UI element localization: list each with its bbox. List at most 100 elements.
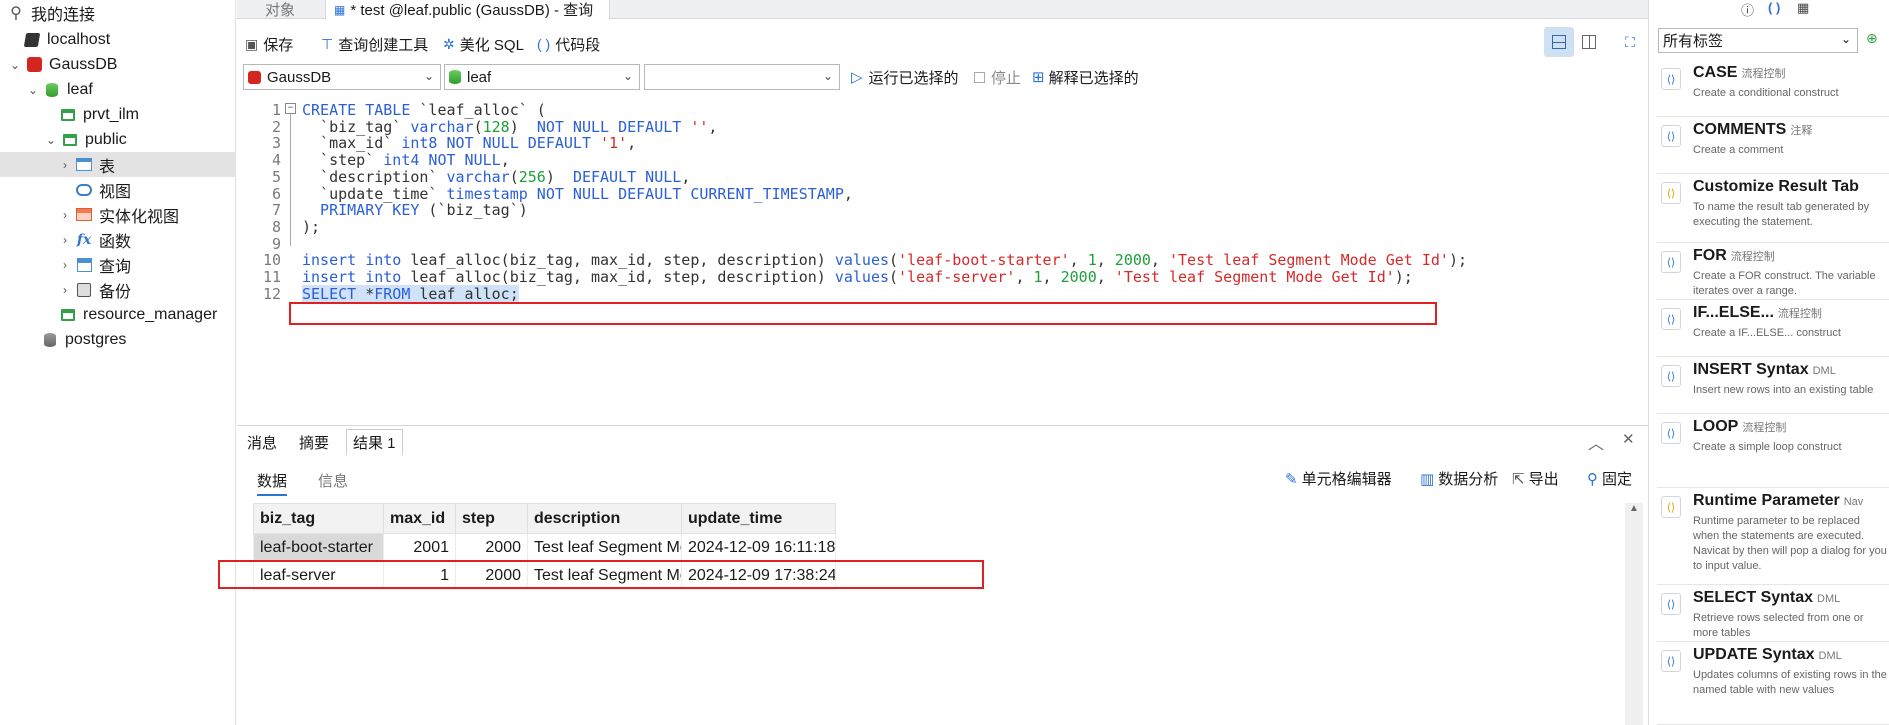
tree-root[interactable]: ⚲ 我的连接 (0, 0, 235, 25)
collapse-pane-icon[interactable]: ︿ (1588, 430, 1604, 454)
tree-item[interactable]: ⌄ leaf (0, 77, 235, 102)
snippet-item[interactable]: ⟨⟩ INSERT Syntax DML Insert new rows into a… (1657, 357, 1889, 414)
tree-item[interactable]: localhost (0, 27, 235, 52)
tab-objects[interactable]: 对象 (257, 0, 303, 19)
code-line[interactable]: PRIMARY KEY (`biz_tag`) (302, 200, 528, 220)
code-token: , (1096, 268, 1115, 286)
save-icon: ▣ (245, 35, 259, 52)
column-header[interactable]: step (455, 503, 528, 534)
tree-item[interactable]: prvt_ilm (0, 102, 235, 127)
snippet-item[interactable]: ⟨⟩ CASE 流程控制 Create a conditional construct (1657, 60, 1889, 117)
table-cell[interactable]: 2000 (455, 533, 528, 562)
tree-item[interactable]: postgres (0, 327, 235, 352)
snippet-item[interactable]: ⟨⟩ Runtime Parameter Nav Runtime parameter … (1657, 488, 1889, 585)
chevron-right-icon[interactable]: › (58, 208, 72, 222)
explain-selected-button[interactable]: ⊞ 解释已选择的 (1032, 64, 1139, 90)
tree-item[interactable]: › 表 (0, 152, 235, 177)
tree-item[interactable]: 视图 (0, 177, 235, 202)
result-tab-messages[interactable]: 消息 (241, 429, 283, 455)
schema-select[interactable]: ⌄ (644, 64, 840, 90)
code-line[interactable]: ); (302, 217, 320, 237)
database-select[interactable]: leaf ⌄ (444, 64, 640, 90)
table-cell[interactable]: Test leaf Segment Mode (527, 533, 682, 562)
stop-button[interactable]: 停止 (974, 64, 1021, 90)
tree-item[interactable]: resource_manager (0, 302, 235, 327)
snippet-icon: ⟨⟩ (1661, 68, 1681, 90)
grid-icon[interactable]: ▦ (1797, 0, 1809, 16)
tag-filter-select[interactable]: 所有标签 ⌄ (1658, 28, 1858, 53)
column-header[interactable]: biz_tag (253, 503, 384, 534)
subtab-data[interactable]: 数据 (257, 470, 288, 496)
table-cell[interactable]: leaf-boot-starter (253, 533, 384, 562)
chevron-right-icon[interactable]: › (58, 158, 72, 172)
result-scrollbar[interactable]: ▲ (1625, 503, 1643, 725)
info-icon[interactable]: ⓘ (1741, 0, 1754, 19)
code-token: , (843, 184, 853, 203)
snippet-description: Insert new rows into an existing table (1693, 384, 1874, 396)
result-tab-summary[interactable]: 摘要 (293, 429, 335, 455)
fullscreen-icon: ⛶ (1625, 33, 1635, 50)
chevron-right-icon[interactable]: › (58, 233, 72, 247)
save-button[interactable]: ▣ 保存 (245, 32, 293, 56)
chevron-down-icon: ⌄ (622, 69, 633, 83)
snippet-item[interactable]: ⟨⟩ COMMENTS 注释 Create a comment (1657, 117, 1889, 174)
close-pane-icon[interactable]: ✕ (1622, 430, 1635, 448)
column-header[interactable]: update_time (681, 503, 836, 534)
tree-item-label: 查询 (99, 258, 132, 276)
explain-selected-label: 解释已选择的 (1048, 69, 1139, 87)
snippet-item[interactable]: ⟨⟩ LOOP 流程控制 Create a simple loop construct (1657, 414, 1889, 488)
tree-item[interactable]: ⌄ GaussDB (0, 52, 235, 77)
snippet-item[interactable]: ⟨⟩ Customize Result Tab To name the result… (1657, 174, 1889, 243)
stop-label: 停止 (991, 69, 1022, 87)
tab-query[interactable]: ▦ * test @leaf.public (GaussDB) - 查询 (325, 0, 610, 19)
snippet-panel: ⓘ ( ) ▦ 所有标签 ⌄ ⊕ ⟨⟩ CASE 流程控制 Create a cond… (1648, 0, 1889, 725)
chevron-right-icon[interactable]: › (58, 258, 72, 272)
code-line[interactable]: SELECT *FROM leaf_alloc; (302, 284, 519, 304)
layout-split-horizontal-button[interactable] (1544, 27, 1574, 57)
snippet-button[interactable]: ( ) 代码段 (537, 32, 600, 56)
connection-select[interactable]: GaussDB ⌄ (243, 64, 441, 90)
chevron-down-icon[interactable]: ⌄ (44, 133, 58, 147)
column-header[interactable]: max_id (383, 503, 456, 534)
table-row[interactable]: leaf-boot-starter 2001 2000 Test leaf Segme… (253, 533, 836, 562)
run-selected-button[interactable]: ▷ 运行已选择的 (851, 64, 959, 90)
snippet-item[interactable]: ⟨⟩ IF...ELSE... 流程控制 Create a IF...ELSE... … (1657, 300, 1889, 357)
subtab-info[interactable]: 信息 (318, 470, 348, 491)
layout-split-vertical-button[interactable] (1574, 27, 1604, 57)
tree-item[interactable]: › 备份 (0, 277, 235, 302)
snippet-description: Create a simple loop construct (1693, 441, 1842, 453)
table-cell[interactable]: 2024-12-09 16:11:18.70 (681, 533, 836, 562)
snippet-item[interactable]: ⟨⟩ UPDATE Syntax DML Updates columns of exi… (1657, 642, 1889, 725)
snippet-item[interactable]: ⟨⟩ FOR 流程控制 Create a FOR construct. The var… (1657, 243, 1889, 300)
fullscreen-button[interactable]: ⛶ (1615, 27, 1645, 57)
split-horizontal-icon (1552, 35, 1566, 49)
sql-editor[interactable]: 1 2 3 4 5 6 7 8 9 10 11 12 − CREATE TABLE `leaf_all… (237, 96, 1648, 424)
database-icon (44, 82, 60, 98)
snippet-tag: 流程控制 (1742, 422, 1787, 434)
beautify-sql-button[interactable]: ✲ 美化 SQL (443, 32, 524, 56)
snippet-toggle-icon[interactable]: ( ) (1768, 0, 1780, 15)
chevron-right-icon[interactable]: › (58, 283, 72, 297)
result-tab-result1[interactable]: 结果 1 (346, 429, 403, 455)
cell-editor-button[interactable]: ✎ 单元格编辑器 (1285, 468, 1392, 489)
tree-item[interactable]: ⌄ public (0, 127, 235, 152)
data-analysis-button[interactable]: ▥ 数据分析 (1420, 468, 1498, 489)
query-builder-button[interactable]: ⊤ 查询创建工具 (321, 32, 428, 56)
chevron-down-icon[interactable]: ⌄ (26, 83, 40, 97)
snippet-title-text: UPDATE Syntax (1693, 646, 1815, 663)
add-snippet-icon[interactable]: ⊕ (1866, 30, 1878, 47)
tree-item-label: postgres (65, 330, 127, 348)
column-header[interactable]: description (527, 503, 682, 534)
tree-item[interactable]: › 查询 (0, 252, 235, 277)
table-cell[interactable]: 2001 (383, 533, 456, 562)
connection-tree: ⚲ 我的连接 localhost ⌄ GaussDB ⌄ leaf prvt_ilm ⌄ pu… (0, 0, 236, 725)
snippet-item[interactable]: ⟨⟩ SELECT Syntax DML Retrieve rows selected… (1657, 585, 1889, 642)
result-tab-label: 消息 (247, 434, 278, 452)
tree-item[interactable]: › fx 函数 (0, 227, 235, 252)
tree-item[interactable]: › 实体化视图 (0, 202, 235, 227)
export-button[interactable]: ⇱ 导出 (1512, 468, 1559, 489)
pin-button[interactable]: ⚲ 固定 (1587, 468, 1632, 489)
chevron-down-icon[interactable]: ⌄ (8, 58, 22, 72)
scroll-up-icon[interactable]: ▲ (1625, 503, 1643, 514)
fold-toggle-icon[interactable]: − (285, 103, 296, 114)
